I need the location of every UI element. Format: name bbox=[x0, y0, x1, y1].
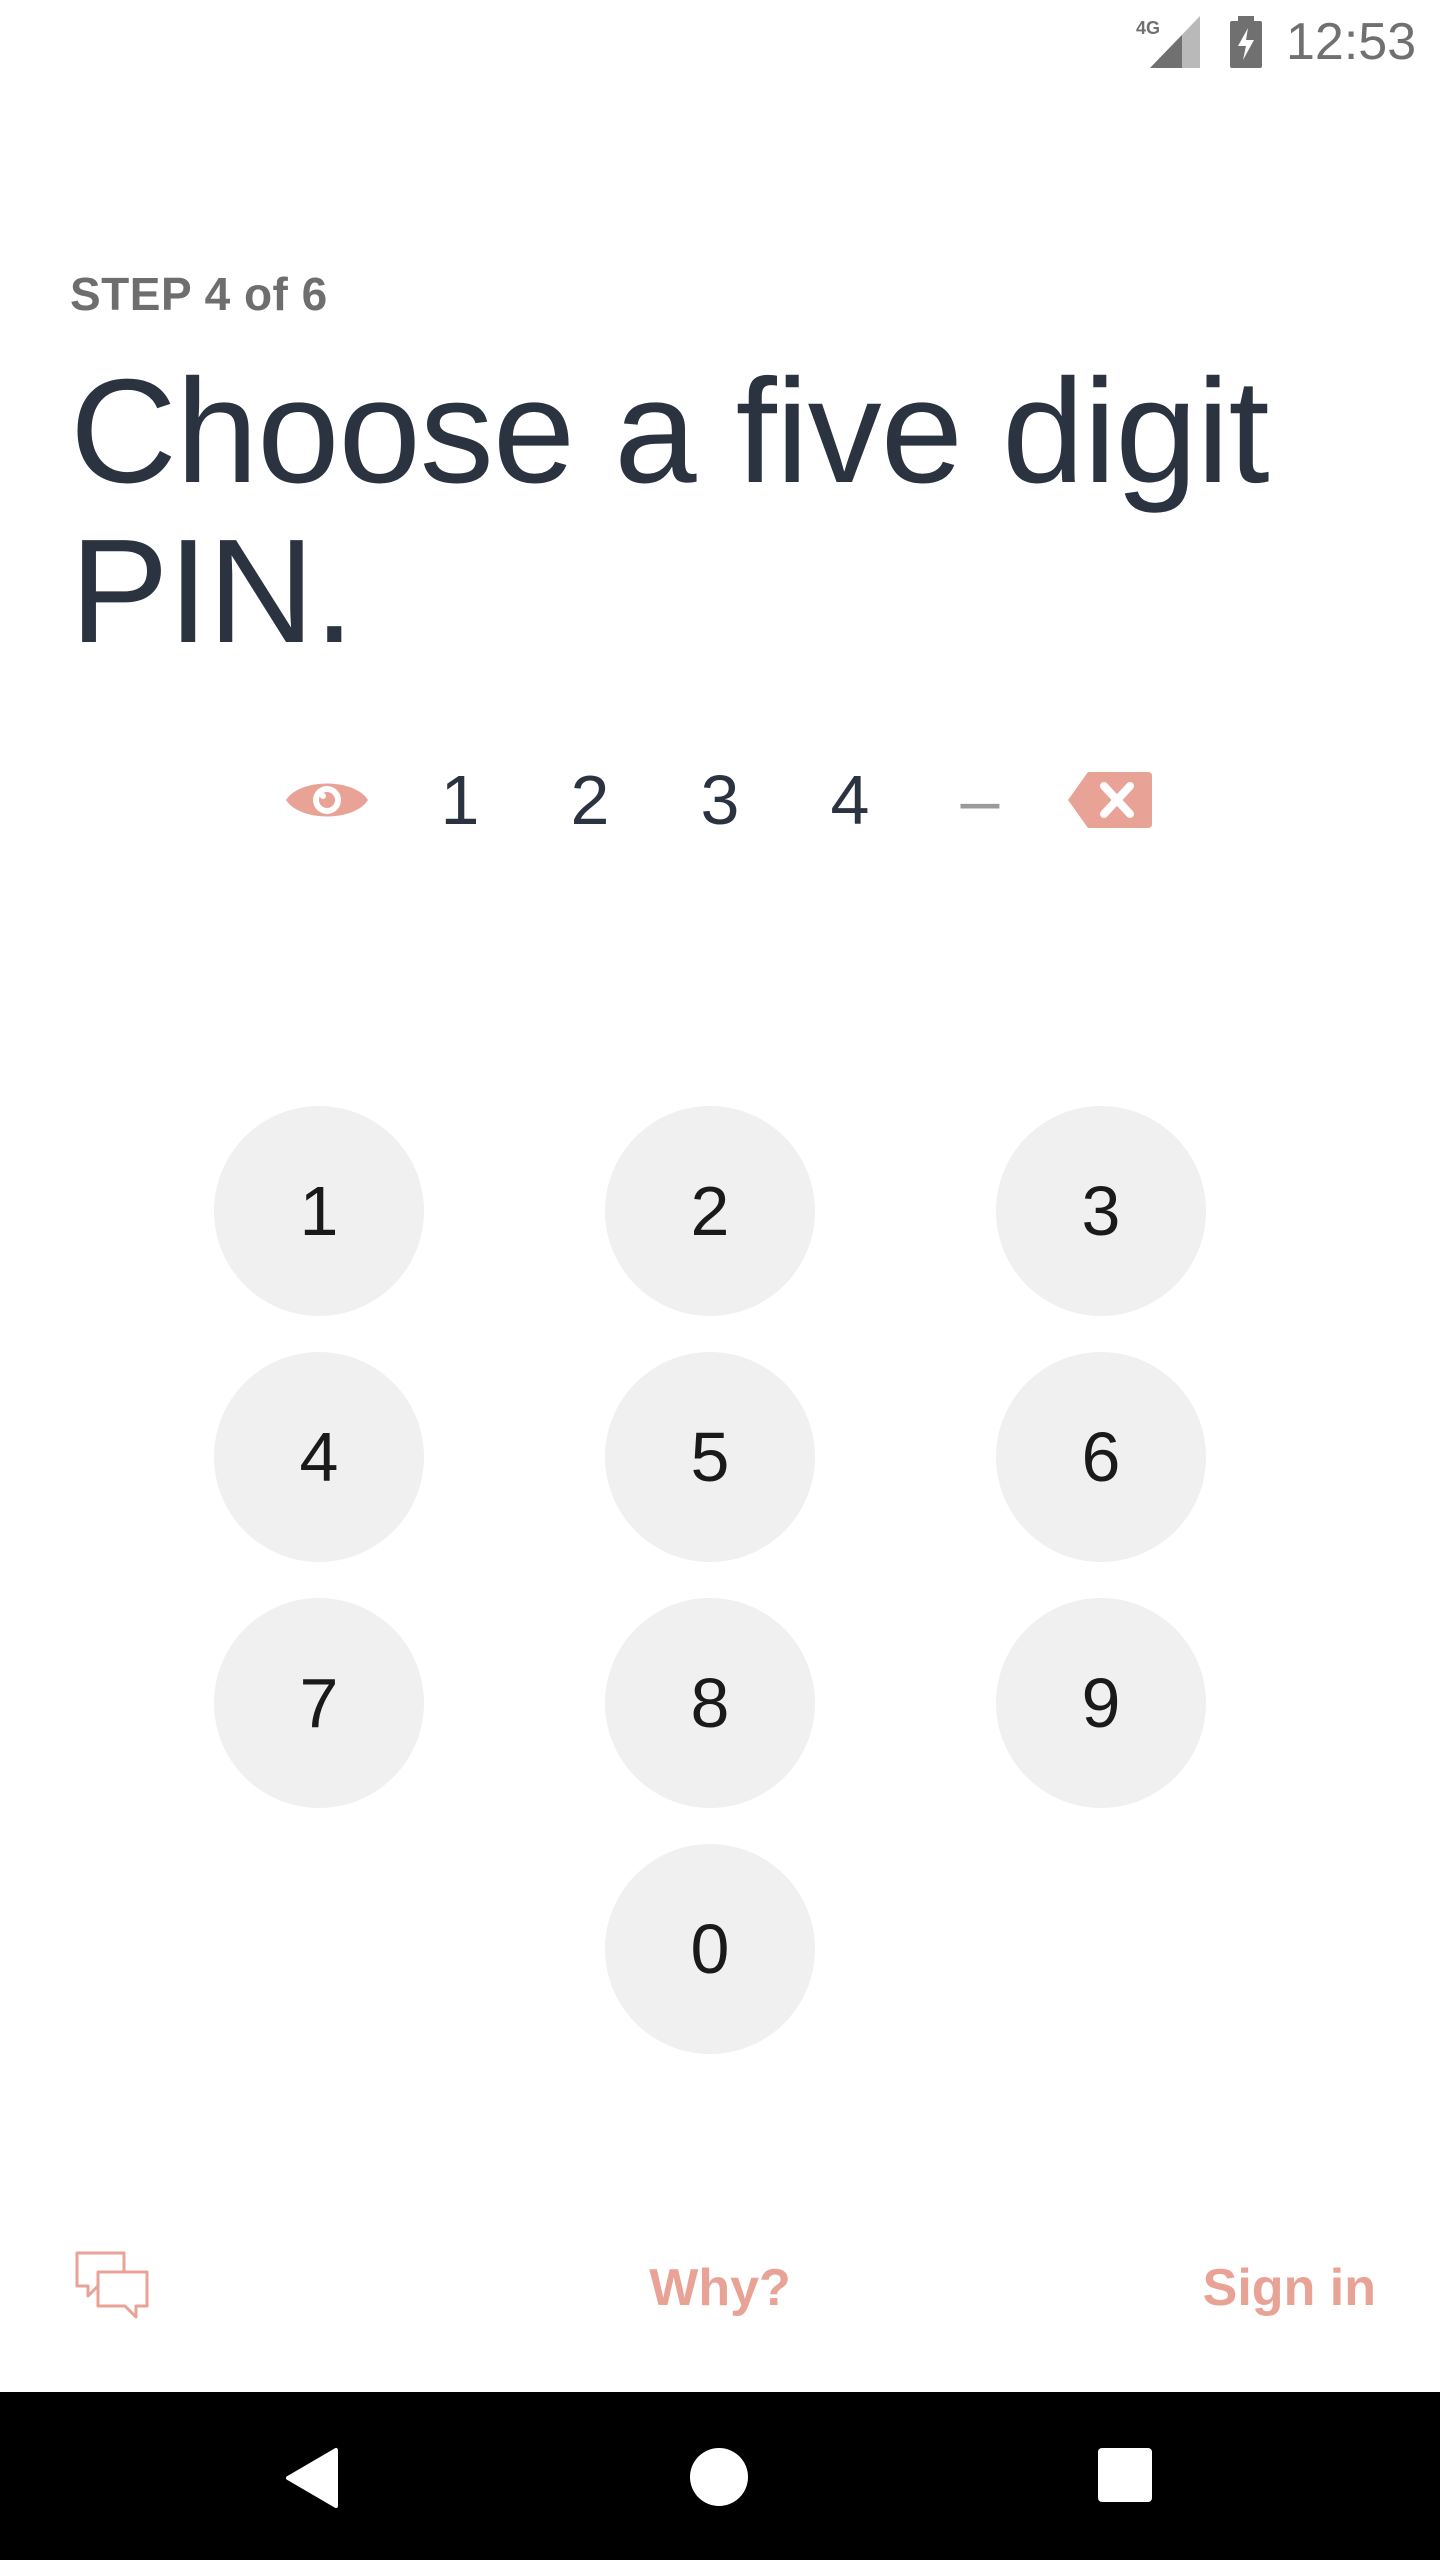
keypad-key-2[interactable]: 2 bbox=[605, 1106, 815, 1316]
cell-signal-icon: 4G bbox=[1136, 16, 1200, 68]
keypad-key-9[interactable]: 9 bbox=[996, 1598, 1206, 1808]
recents-square-icon[interactable] bbox=[1098, 2448, 1152, 2502]
back-triangle-icon[interactable] bbox=[284, 2446, 340, 2510]
network-type-label: 4G bbox=[1136, 18, 1160, 38]
keypad-key-6[interactable]: 6 bbox=[996, 1352, 1206, 1562]
eye-icon[interactable] bbox=[284, 772, 370, 828]
backspace-icon[interactable] bbox=[1066, 770, 1154, 830]
keypad-key-0[interactable]: 0 bbox=[605, 1844, 815, 2054]
system-navigation-bar bbox=[0, 2392, 1440, 2560]
pin-digit-2: 2 bbox=[570, 761, 610, 839]
home-circle-icon[interactable] bbox=[690, 2448, 748, 2506]
keypad-key-8[interactable]: 8 bbox=[605, 1598, 815, 1808]
status-time: 12:53 bbox=[1286, 13, 1417, 71]
sign-in-link[interactable]: Sign in bbox=[1150, 2256, 1376, 2320]
status-bar: 4G 12:53 bbox=[0, 0, 1440, 84]
keypad-key-1[interactable]: 1 bbox=[214, 1106, 424, 1316]
keypad-key-5[interactable]: 5 bbox=[605, 1352, 815, 1562]
keypad-key-7[interactable]: 7 bbox=[214, 1598, 424, 1808]
pin-digit-3: 3 bbox=[700, 761, 740, 839]
page-title: Choose a five digit PIN. bbox=[70, 349, 1270, 674]
keypad-key-3[interactable]: 3 bbox=[996, 1106, 1206, 1316]
why-link[interactable]: Why? bbox=[620, 2256, 820, 2320]
pin-digit-4: 4 bbox=[830, 761, 870, 839]
chat-bubbles-icon[interactable] bbox=[74, 2250, 150, 2320]
pin-digit-1: 1 bbox=[440, 761, 480, 839]
keypad-key-4[interactable]: 4 bbox=[214, 1352, 424, 1562]
pin-entry-row: 1 2 3 4 – bbox=[0, 760, 1440, 840]
battery-charging-icon bbox=[1230, 16, 1262, 68]
step-label: STEP 4 of 6 bbox=[70, 268, 328, 320]
pin-digit-5-placeholder: – bbox=[960, 761, 1000, 839]
